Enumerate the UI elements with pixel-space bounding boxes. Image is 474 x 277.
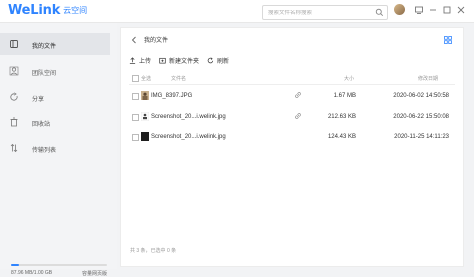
file-size: 1.67 MB <box>333 93 356 99</box>
sidebar-item-label: 分享 <box>32 97 45 103</box>
column-header-name[interactable]: 文件名 <box>171 75 186 82</box>
title-bar: WeLink 云空间 <box>0 0 474 23</box>
upload-icon <box>129 57 136 64</box>
dark-thumbnail-icon <box>141 132 149 141</box>
grid-view-icon[interactable] <box>444 36 452 44</box>
storage-bar <box>11 264 107 266</box>
row-checkbox[interactable] <box>132 134 139 141</box>
file-panel: 我的文件 上传 新建文件夹 刷新 全选 文件名 大小 修改日期 IMG_8397… <box>120 27 464 267</box>
search-box[interactable] <box>262 5 388 20</box>
storage-bar-fill <box>11 264 20 266</box>
breadcrumb: 我的文件 <box>131 35 168 44</box>
team-icon <box>9 66 19 76</box>
table-row[interactable]: Screenshot_20...i.welink.jpg 124.43 KB 2… <box>129 128 455 148</box>
sidebar-item-share[interactable]: 分享 <box>0 86 110 108</box>
row-checkbox[interactable] <box>132 93 139 100</box>
upload-label: 上传 <box>139 59 152 65</box>
sidebar-item-recycle-bin[interactable]: 回收站 <box>0 111 110 133</box>
minimize-icon[interactable] <box>428 5 438 15</box>
folder-icon <box>10 40 18 48</box>
sidebar-item-label: 团队空间 <box>32 71 57 77</box>
transfer-icon <box>10 143 18 153</box>
sidebar-item-label: 传输列表 <box>32 148 57 154</box>
sidebar-item-my-files[interactable]: 我的文件 <box>0 33 110 55</box>
link-icon[interactable] <box>294 112 302 120</box>
sidebar-item-transfer-list[interactable]: 传输列表 <box>0 137 110 159</box>
file-size: 124.43 KB <box>327 134 356 140</box>
screenshot-thumbnail-icon <box>141 112 149 121</box>
table-row[interactable]: IMG_8397.JPG 1.67 MB 2020-06-02 14:50:58 <box>129 87 455 107</box>
avatar[interactable] <box>394 4 405 15</box>
selection-summary: 共 3 条，已选中 0 条 <box>130 248 177 254</box>
storage-usage: 87.96 MB/1.00 GB 容量网页版 <box>11 264 107 277</box>
storage-used-text: 87.96 MB/1.00 GB <box>11 270 53 276</box>
toolbar: 上传 新建文件夹 刷新 <box>129 56 237 65</box>
breadcrumb-current: 我的文件 <box>144 38 169 44</box>
sidebar: 我的文件 团队空间 分享 回收站 传输列表 87.96 MB/1.00 GB 容… <box>0 23 117 277</box>
search-input[interactable] <box>268 9 370 16</box>
table-row[interactable]: Screenshot_20...i.welink.jpg 212.63 KB 2… <box>129 108 455 128</box>
file-date: 2020-11-25 14:11:23 <box>394 134 449 140</box>
file-name[interactable]: IMG_8397.JPG <box>151 93 192 99</box>
sidebar-item-label: 回收站 <box>32 122 51 128</box>
upload-button[interactable]: 上传 <box>129 56 151 65</box>
app-brand: WeLink 云空间 <box>8 3 87 18</box>
close-icon[interactable] <box>456 5 466 15</box>
new-folder-button[interactable]: 新建文件夹 <box>159 56 199 65</box>
row-checkbox[interactable] <box>132 114 139 121</box>
file-name[interactable]: Screenshot_20...i.welink.jpg <box>151 114 226 120</box>
select-all-checkbox[interactable] <box>132 75 139 82</box>
file-date: 2020-06-22 15:50:08 <box>393 114 449 120</box>
new-folder-icon <box>159 57 166 64</box>
new-folder-label: 新建文件夹 <box>169 59 200 65</box>
device-icon[interactable] <box>414 5 424 15</box>
file-date: 2020-06-02 14:50:58 <box>393 93 449 99</box>
column-header-date[interactable]: 修改日期 <box>418 75 438 82</box>
search-icon[interactable] <box>375 8 384 17</box>
table-header: 全选 文件名 大小 修改日期 <box>129 73 455 85</box>
select-all-label: 全选 <box>141 76 152 82</box>
app-logo: WeLink <box>8 3 61 18</box>
refresh-button[interactable]: 刷新 <box>207 56 229 65</box>
sidebar-item-label: 我的文件 <box>32 44 57 50</box>
app-subtitle: 云空间 <box>63 6 88 15</box>
sidebar-item-team-space[interactable]: 团队空间 <box>0 60 110 82</box>
back-icon[interactable] <box>131 36 137 44</box>
refresh-icon <box>207 57 214 64</box>
share-icon <box>10 92 18 101</box>
trash-icon <box>10 117 18 127</box>
refresh-label: 刷新 <box>217 59 230 65</box>
maximize-icon[interactable] <box>442 5 452 15</box>
image-thumbnail-icon <box>141 91 149 100</box>
link-icon[interactable] <box>294 91 302 99</box>
column-header-size[interactable]: 大小 <box>344 75 354 82</box>
file-size: 212.63 KB <box>327 114 356 120</box>
file-name[interactable]: Screenshot_20...i.welink.jpg <box>151 134 226 140</box>
upgrade-link[interactable]: 容量网页版 <box>82 270 107 277</box>
